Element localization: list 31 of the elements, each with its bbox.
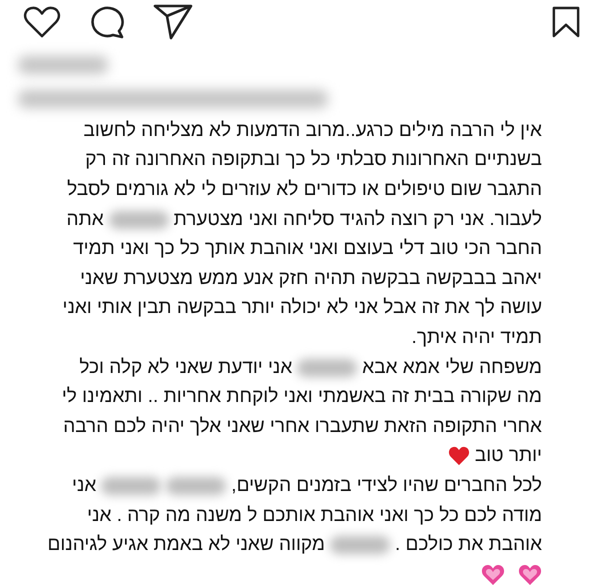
heart-icon <box>448 446 470 466</box>
comment-icon[interactable] <box>89 5 125 39</box>
caption-text: אני יודעת שאני לא קלה וכל <box>79 356 292 379</box>
heart-icon[interactable] <box>23 6 61 38</box>
caption-text: אחרי התקופה הזאת שתעברו אחרי שאני אלך יהיה לכם הרבה <box>63 416 542 438</box>
caption-text: לעבור. אני רק רוצה להגיד סליחה ואני מצטערת <box>174 208 542 231</box>
blurred-name <box>101 476 162 495</box>
caption-text: בשנתיים האחרונות סבלתי כל כך ובתקופה האחרונה זה רק <box>85 149 542 172</box>
caption-text: תמיד יהיה איתך. <box>412 326 542 349</box>
caption-text: מודה לכם כל כך ואני אוהבת אותכם ל משנה מה קרה . אני <box>87 504 542 527</box>
caption-text: משפחה שלי אמא אבא <box>362 356 542 379</box>
send-icon[interactable] <box>153 4 193 40</box>
heart-icon <box>518 564 542 585</box>
bookmark-icon[interactable] <box>552 5 580 39</box>
blurred-name <box>108 210 169 229</box>
heart-icon <box>481 564 505 585</box>
caption-text: התגבר שום טיפולים או כדורים לא עוזרים לי לא גורמים לסבל <box>67 178 542 201</box>
caption-text: מה שקורה בבית זה באשמתי ואני לוקחת אחריות .. ותאמינו לי <box>62 386 542 408</box>
blurred-name <box>166 476 226 495</box>
caption-text: יותר טוב <box>474 445 542 468</box>
caption-text: מקווה שאני לא באמת אגיע לגיהנום <box>47 534 325 556</box>
caption-text: עושה לך את זה אבל אני לא יכולה יותר בבקשה תבין אותי ואני <box>62 297 542 320</box>
caption-text: אתה <box>66 208 104 231</box>
caption-text: יאהב בבבקשה בבקשה תהיה חזק אנע ממש מצטערת שאני <box>80 268 542 290</box>
caption-text: אני <box>72 474 96 497</box>
caption-text: החבר הכי טוב דלי בעוצם ואני אוהבת אותך כל כך ואני תמיד <box>73 238 542 260</box>
blurred-name <box>330 536 390 554</box>
caption-text: אין לי הרבה מילים כרגע..מרוב הדמעות לא מצליחה לחשוב <box>84 120 542 142</box>
caption-text: אוהבת את כולכם . <box>394 534 542 556</box>
blurred-name <box>297 358 358 377</box>
caption-text: לכל החברים שהיו לצידי בזמנים הקשים, <box>231 474 542 497</box>
